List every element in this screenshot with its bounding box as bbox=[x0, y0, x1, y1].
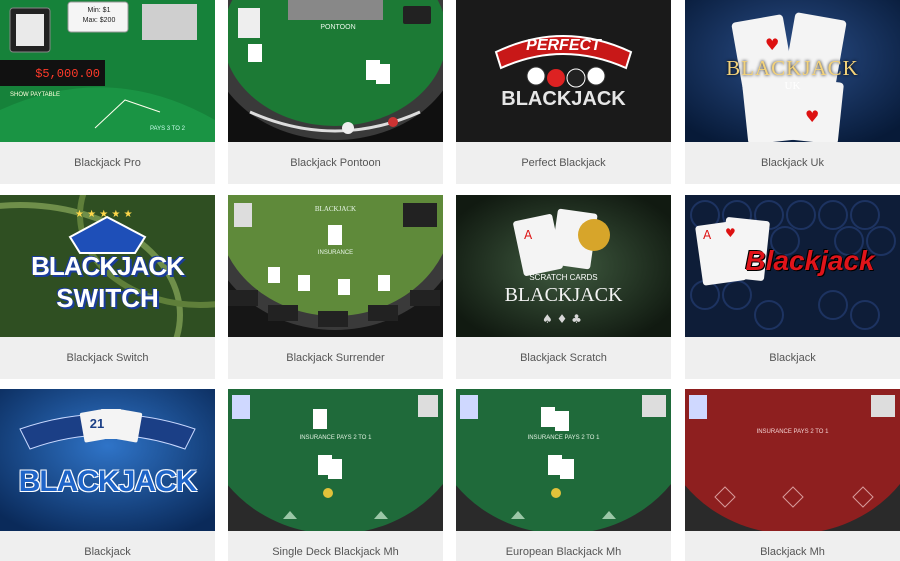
table-art bbox=[228, 195, 443, 337]
svg-text:♠ ♦ ♣: ♠ ♦ ♣ bbox=[542, 312, 582, 326]
logo-line2: BLACKJACK bbox=[501, 88, 626, 110]
game-card[interactable]: ♥ A Blackjack Blackjack bbox=[685, 195, 900, 379]
svg-text:♥: ♥ bbox=[725, 226, 736, 240]
game-title[interactable]: Blackjack Surrender bbox=[228, 337, 443, 379]
game-thumbnail[interactable]: INSURANCE PAYS 2 TO 1 bbox=[228, 389, 443, 531]
logo-line1: BLACKJACK bbox=[726, 56, 859, 80]
logo-badge: 21 bbox=[89, 416, 105, 431]
show-paytable-label: SHOW PAYTABLE bbox=[10, 92, 60, 98]
game-card[interactable]: PONTOON Blackjack Pontoon bbox=[228, 0, 443, 184]
logo-line1: BLACKJACK bbox=[31, 251, 185, 281]
game-title[interactable]: European Blackjack Mh bbox=[456, 531, 671, 561]
game-card[interactable]: A ♠ ♦ ♣ SCRATCH CARDS BLACKJACK Blackjac… bbox=[456, 195, 671, 379]
game-title[interactable]: Perfect Blackjack bbox=[456, 142, 671, 184]
game-thumbnail[interactable]: ♥ A Blackjack bbox=[685, 195, 900, 337]
game-title[interactable]: Blackjack bbox=[685, 337, 900, 379]
game-card[interactable]: SHOW PAYTABLE PAYS 3 TO 2 Min: $1 Max: $… bbox=[0, 0, 215, 184]
table-label: INSURANCE PAYS 2 TO 1 bbox=[756, 429, 829, 435]
game-card[interactable]: INSURANCE PAYS 2 TO 1 Single Deck Blackj… bbox=[228, 389, 443, 561]
game-thumbnail[interactable]: PERFECT BLACKJACK bbox=[456, 0, 671, 142]
logo-line2: UK bbox=[784, 80, 801, 92]
game-title[interactable]: Blackjack Switch bbox=[0, 337, 215, 379]
table-label: INSURANCE PAYS 2 TO 1 bbox=[527, 435, 600, 441]
pays-label: PAYS 3 TO 2 bbox=[150, 126, 186, 132]
game-thumbnail[interactable]: BLACKJACK INSURANCE bbox=[228, 195, 443, 337]
logo-line1: SCRATCH CARDS bbox=[529, 273, 598, 282]
game-title[interactable]: Single Deck Blackjack Mh bbox=[228, 531, 443, 561]
logo-line1: BLACKJACK bbox=[18, 465, 198, 498]
insurance-label: INSURANCE bbox=[317, 250, 354, 256]
svg-text:♥: ♥ bbox=[805, 107, 819, 126]
table-art bbox=[456, 389, 671, 531]
logo-line2: BLACKJACK bbox=[504, 284, 623, 306]
logo-line1: Blackjack bbox=[745, 245, 875, 276]
game-thumbnail[interactable]: INSURANCE PAYS 2 TO 1 bbox=[685, 389, 900, 531]
game-thumbnail[interactable]: INSURANCE PAYS 2 TO 1 bbox=[456, 389, 671, 531]
svg-text:★ ★ ★ ★ ★: ★ ★ ★ ★ ★ bbox=[75, 209, 133, 220]
game-thumbnail[interactable]: 21 BLACKJACK bbox=[0, 389, 215, 531]
balance-display: $5,000.00 bbox=[35, 67, 100, 81]
game-thumbnail[interactable]: ♥ ♥ BLACKJACK UK bbox=[685, 0, 900, 142]
game-card[interactable]: BLACKJACK INSURANCE Blackjack Surrender bbox=[228, 195, 443, 379]
game-thumbnail[interactable]: SHOW PAYTABLE PAYS 3 TO 2 Min: $1 Max: $… bbox=[0, 0, 215, 142]
game-title[interactable]: Blackjack Scratch bbox=[456, 337, 671, 379]
game-card[interactable]: INSURANCE PAYS 2 TO 1 Blackjack Mh bbox=[685, 389, 900, 561]
table-art bbox=[685, 389, 900, 531]
table-label: INSURANCE PAYS 2 TO 1 bbox=[299, 435, 372, 441]
game-title[interactable]: Blackjack bbox=[0, 531, 215, 561]
game-card[interactable]: PERFECT BLACKJACK Perfect Blackjack bbox=[456, 0, 671, 184]
svg-text:♥: ♥ bbox=[765, 35, 779, 54]
game-title[interactable]: Blackjack Mh bbox=[685, 531, 900, 561]
game-title[interactable]: Blackjack Pro bbox=[0, 142, 215, 184]
svg-text:A: A bbox=[703, 228, 712, 242]
game-card[interactable]: 21 BLACKJACK Blackjack bbox=[0, 389, 215, 561]
svg-text:A: A bbox=[524, 228, 533, 242]
game-card[interactable]: ♥ ♥ BLACKJACK UK Blackjack Uk bbox=[685, 0, 900, 184]
game-thumbnail[interactable]: ★ ★ ★ ★ ★ BLACKJACK SWITCH bbox=[0, 195, 215, 337]
logo-line2: SWITCH bbox=[56, 283, 159, 313]
min-bet-label: Min: $1 bbox=[87, 7, 111, 14]
game-card[interactable]: ★ ★ ★ ★ ★ BLACKJACK SWITCH Blackjack Swi… bbox=[0, 195, 215, 379]
game-title[interactable]: Blackjack Uk bbox=[685, 142, 900, 184]
logo-line1: PERFECT bbox=[526, 37, 601, 54]
table-art bbox=[228, 0, 443, 142]
game-grid: SHOW PAYTABLE PAYS 3 TO 2 Min: $1 Max: $… bbox=[0, 0, 900, 561]
game-thumbnail[interactable]: A ♠ ♦ ♣ SCRATCH CARDS BLACKJACK bbox=[456, 195, 671, 337]
game-thumbnail[interactable]: PONTOON bbox=[228, 0, 443, 142]
logo-art: A ♠ ♦ ♣ bbox=[456, 195, 671, 337]
game-card[interactable]: INSURANCE PAYS 2 TO 1 European Blackjack… bbox=[456, 389, 671, 561]
table-label: PONTOON bbox=[320, 24, 356, 31]
max-bet-label: Max: $200 bbox=[82, 17, 116, 24]
table-label: BLACKJACK bbox=[314, 205, 357, 213]
logo-art bbox=[0, 389, 215, 531]
logo-art bbox=[456, 0, 671, 142]
game-title[interactable]: Blackjack Pontoon bbox=[228, 142, 443, 184]
table-art bbox=[228, 389, 443, 531]
